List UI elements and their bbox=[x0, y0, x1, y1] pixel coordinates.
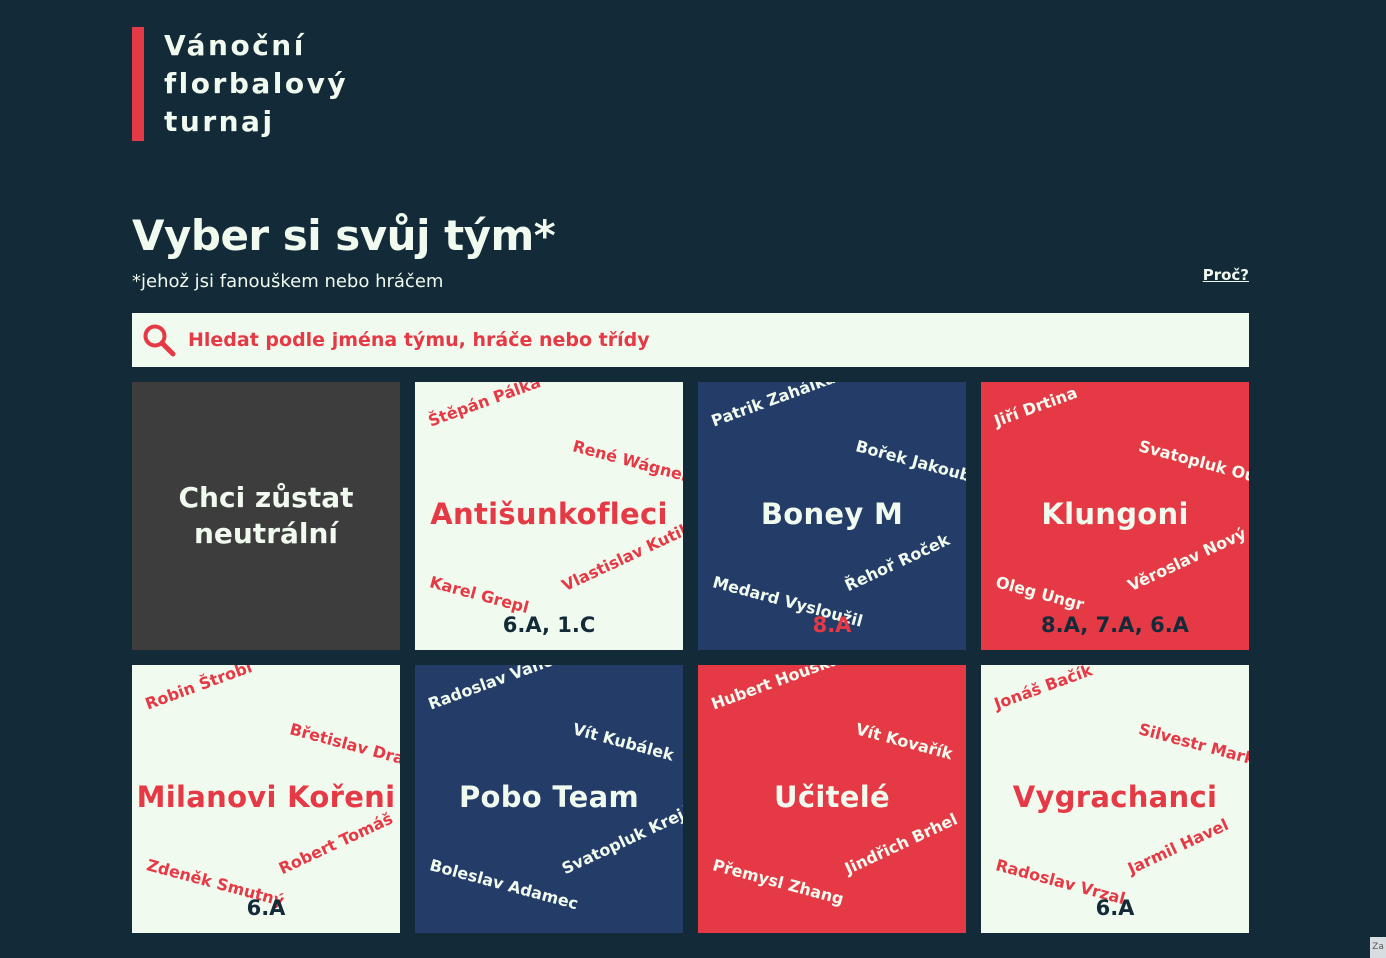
team-card[interactable]: Jiří Drtina Svatopluk Oulehla Oleg Ungr Věr… bbox=[981, 382, 1249, 650]
player-name: Boleslav Adamec bbox=[427, 855, 581, 914]
page-subtitle: *jehož jsi fanouškem nebo hráčem bbox=[132, 271, 444, 292]
team-classes: 8.A, 7.A, 6.A bbox=[1041, 613, 1189, 637]
player-name: Řehoř Roček bbox=[841, 530, 953, 596]
player-name: Jarmil Havel bbox=[1124, 814, 1232, 879]
team-grid: Chci zůstat neutrální Štěpán Pálka René W… bbox=[132, 382, 1249, 933]
logo-line-2: florbalový bbox=[164, 67, 349, 100]
player-name: Přemysl Zhang bbox=[710, 855, 846, 909]
player-name: Svatopluk Oulehla bbox=[1136, 436, 1249, 498]
team-card[interactable]: Radoslav Vančura Vít Kubálek Boleslav Adam… bbox=[415, 665, 683, 933]
logo-line-1: Vánoční bbox=[164, 29, 306, 62]
player-name: Štěpán Pálka bbox=[425, 382, 544, 431]
search-bar[interactable] bbox=[132, 313, 1249, 367]
player-name: Robin Štrobl bbox=[142, 665, 255, 714]
player-name: Jindřich Brhel bbox=[841, 809, 961, 879]
player-name: Bořek Jakoubek bbox=[853, 436, 966, 492]
neutral-card[interactable]: Chci zůstat neutrální bbox=[132, 382, 400, 650]
team-classes: 6.A bbox=[1095, 896, 1135, 920]
team-name: Boney M bbox=[760, 497, 904, 531]
team-name: Milanovi Kořeni bbox=[136, 780, 396, 814]
team-name: Učitelé bbox=[774, 780, 890, 814]
neutral-label: Chci zůstat neutrální bbox=[178, 481, 354, 550]
player-name: Patrik Zahálka bbox=[708, 382, 839, 431]
team-name: Antišunkofleci bbox=[430, 497, 668, 531]
why-link[interactable]: Proč? bbox=[1203, 266, 1249, 284]
page: Vánoční florbalový turnaj Vyber si svůj … bbox=[0, 0, 1386, 958]
team-card[interactable]: Hubert Houška Vít Kovařík Přemysl Zhang Jin… bbox=[698, 665, 966, 933]
player-name: Robert Tomáš bbox=[275, 808, 396, 879]
player-name: Jiří Drtina bbox=[991, 382, 1080, 431]
team-card[interactable]: Jonáš Bačík Silvestr Markvart Radoslav Vrz… bbox=[981, 665, 1249, 933]
magnifier-icon bbox=[143, 324, 176, 357]
team-name: Pobo Team bbox=[458, 780, 640, 814]
search-input[interactable] bbox=[186, 319, 1190, 361]
site-logo[interactable]: Vánoční florbalový turnaj bbox=[132, 27, 348, 141]
corner-tab[interactable]: Za bbox=[1370, 937, 1386, 958]
player-name: Břetislav Drahoš bbox=[287, 719, 400, 777]
logo-line-3: turnaj bbox=[164, 105, 275, 138]
team-classes: 6.A bbox=[246, 896, 286, 920]
team-card[interactable]: Patrik Zahálka Bořek Jakoubek Medard Vyslo… bbox=[698, 382, 966, 650]
player-name: Vít Kubálek bbox=[570, 719, 676, 765]
team-classes: 6.A, 1.C bbox=[502, 613, 596, 637]
player-name: Silvestr Markvart bbox=[1136, 719, 1249, 779]
player-name: Oleg Ungr bbox=[993, 572, 1087, 615]
team-card[interactable]: Robin Štrobl Břetislav Drahoš Zdeněk Smutn… bbox=[132, 665, 400, 933]
team-name: Vygrachanci bbox=[1012, 780, 1218, 814]
page-title: Vyber si svůj tým* bbox=[132, 211, 556, 260]
team-name: Klungoni bbox=[1041, 497, 1189, 531]
team-card[interactable]: Štěpán Pálka René Wágner Karel Grepl Vlasti… bbox=[415, 382, 683, 650]
player-name: René Wágner bbox=[570, 436, 683, 486]
player-name: Jonáš Bačík bbox=[991, 665, 1095, 714]
player-name: Radoslav Vančura bbox=[425, 665, 584, 714]
player-name: Hubert Houška bbox=[708, 665, 842, 714]
team-classes: 8.A bbox=[812, 613, 852, 637]
player-name: Vít Kovařík bbox=[853, 719, 955, 764]
player-name: Věroslav Nový bbox=[1124, 523, 1249, 596]
